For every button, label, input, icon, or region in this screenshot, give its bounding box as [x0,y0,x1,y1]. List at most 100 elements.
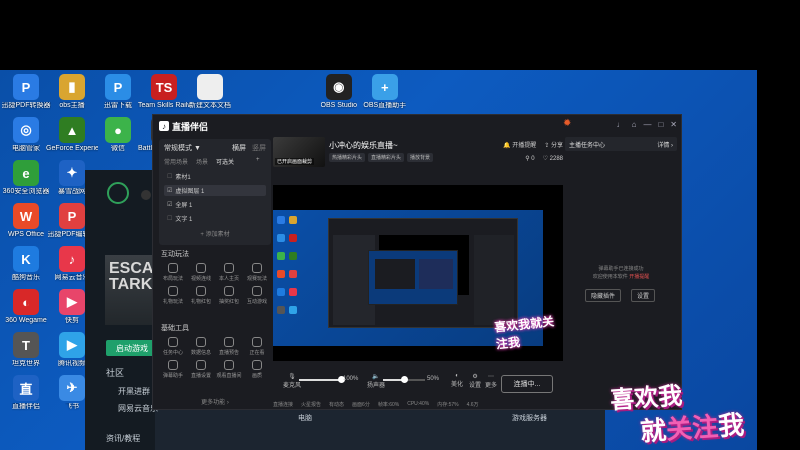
scene-row-active[interactable]: ☑ 虚拟图层 1 [164,185,266,196]
task-center-detail[interactable]: 详情 › [657,140,673,149]
desktop-shortcut[interactable]: ◐ 360 Wegame [2,289,50,325]
tool-item[interactable]: 观赛玩法 [243,263,271,282]
tool-icon [224,337,234,347]
tool-item[interactable]: 互动游戏 [243,286,271,305]
headphone-icon[interactable]: ♩ [617,120,625,129]
desktop-shortcut[interactable]: P 迅捷PDF转换器 [2,74,51,110]
hide-plugin-button[interactable]: 隐藏插件 [585,289,622,302]
stream-header: 已开启画面裁剪 小冲心的娱乐直播~ 热播精彩片头 直播精彩片头 播放背景 🔔 开… [273,137,563,171]
stream-tag[interactable]: 播放背景 [407,153,434,162]
interact-section-title: 互动玩法 [161,251,189,258]
tool-item[interactable]: 本人主页 [215,263,243,282]
beauty-button[interactable]: ◐ 美化 [451,373,463,388]
tool-label: 数据信息 [190,350,211,356]
tool-item[interactable]: 弹幕助手 [159,360,187,379]
live-reminder-button[interactable]: 🔔 开播提醒 [503,140,536,149]
desktop-shortcut[interactable]: 直直播伴侣 [2,375,50,411]
more-button[interactable]: ⋯ 更多 [485,373,497,389]
scene-row[interactable]: ☑ 全屏 1 [164,199,266,210]
tool-item[interactable]: 任务中心 [159,337,187,356]
desktop-shortcut[interactable]: TS Team Skills Railway Sim [138,74,190,110]
tool-item[interactable]: 礼物玩法 [159,286,187,305]
stream-tag[interactable]: 直播精彩片头 [368,153,405,162]
tool-item[interactable]: 布局玩法 [159,263,187,282]
desktop-shortcut[interactable]: e 360安全浏览器 [2,160,50,196]
desktop-shortcut[interactable]: P 迅雷下载 [94,74,142,110]
desktop-shortcut[interactable]: ▮ obs主播 [48,74,96,110]
preview-app-icon [277,234,285,242]
close-icon[interactable]: ✕ [670,120,677,129]
desktop-shortcut[interactable]: W WPS Office [2,203,50,239]
stream-title[interactable]: 小冲心的娱乐直播~ [329,140,398,151]
community-item-party[interactable]: 开黑进群 [118,386,150,397]
tab-optional[interactable]: 可选关 [216,157,234,166]
desktop-shortcut[interactable]: ◎ 电脑管家 [2,117,50,153]
news-link[interactable]: 资讯/教程 [106,433,140,444]
tool-item[interactable]: 直播设置 [187,360,215,379]
preview-app-icon [289,216,297,224]
mic-control[interactable]: 🎙 麦克风 [283,373,301,389]
task-center-bar[interactable]: 主播任务中心 详情 › [565,137,677,151]
tool-item[interactable]: 视频连线 [187,263,215,282]
tool-item[interactable]: 观看直播间 [215,360,243,379]
portrait-toggle[interactable]: 竖屏 [252,145,266,152]
stream-preview[interactable]: 喜欢我就关注我 [273,185,563,361]
scene-row[interactable]: ☐ 素材1 [164,171,266,182]
tool-label: 观赛玩法 [246,276,267,282]
desktop-shortcut[interactable]: T 坦克世界 [2,332,50,368]
share-button[interactable]: ⇪ 分享 [544,140,563,149]
stream-cover[interactable]: 已开启画面裁剪 [273,137,325,167]
tool-item[interactable]: 直播预告 [215,337,243,356]
tool-item[interactable]: 礼物红包 [187,286,215,305]
start-live-button[interactable]: 连播中... [501,375,553,393]
more-features-link[interactable]: 更多功能 › [159,397,271,406]
tool-item[interactable]: 画质 [243,360,271,379]
home-icon[interactable]: ⌂ [632,120,637,129]
tool-label: 布局玩法 [162,276,183,282]
mode-select[interactable]: 常规模式 ▼ [164,143,201,153]
desktop-shortcut[interactable]: K 酷狗音乐 [2,246,50,282]
stream-tag[interactable]: 热播精彩片头 [329,153,366,162]
tab-scenes[interactable]: 场景 [196,157,208,166]
maximize-icon[interactable]: □ [658,120,663,129]
landscape-toggle[interactable]: 横屏 [232,145,246,152]
desktop-shortcut[interactable]: ◉ OBS Studio [315,74,363,110]
add-scene-icon[interactable]: + [256,157,260,166]
add-source-button[interactable]: + 添加素材 [159,229,271,238]
app-icon: e [13,160,39,186]
tab-common-scenes[interactable]: 常用场景 [164,157,188,166]
hearts-count: ♡ 2288 [542,156,563,162]
plugin-settings-button[interactable]: 设置 [631,289,656,302]
desktop-shortcut[interactable]: ● 微信 [94,117,142,153]
desktop-shortcut[interactable]: ▲ GeForce Experience [46,117,98,153]
status-item: 直播连接 [273,401,294,408]
back-icon[interactable] [141,190,151,200]
desktop-shortcut[interactable]: 新建文本文档 [186,74,234,110]
minimize-icon[interactable]: — [643,120,651,129]
title-bar: ♪ 直播伴侣 ✹ ♩ ⌂ — □ ✕ [153,115,683,137]
shortcut-label: 360安全浏览器 [2,188,50,195]
speaker-slider[interactable] [383,376,425,383]
speaker-control[interactable]: 🔈 扬声器 [367,373,385,389]
launch-game-button[interactable]: 启动游戏 [106,340,158,356]
app-icon: W [13,203,39,229]
scene-row[interactable]: ☐ 文字 1 [164,213,266,224]
badge-icon[interactable]: ✹ [563,119,573,129]
tool-icon [224,263,234,273]
tool-item[interactable]: 数据信息 [187,337,215,356]
tool-icon [168,360,178,370]
tab-computer[interactable]: 电脑 [298,413,312,423]
tool-item[interactable]: 抽奖红包 [215,286,243,305]
mic-slider[interactable] [299,376,345,383]
app-icon: ● [105,117,131,143]
shortcut-label: Team Skills Railway Sim [138,102,190,109]
basic-tools: 任务中心 数据信息 直播预告 正在看弹幕助手 直播设置 观看直播间 画质 [159,337,271,379]
settings-button[interactable]: ⚙ 设置 [469,373,481,389]
mic-label: 麦克风 [283,383,302,389]
tool-icon [196,263,206,273]
desktop-shortcut[interactable]: + OBS直播助手 [361,74,409,110]
app-icon: P [105,74,131,100]
status-item: 画面6分 [352,401,370,408]
tool-item[interactable]: 正在看 [243,337,271,356]
tab-game-server[interactable]: 游戏服务器 [512,413,547,423]
